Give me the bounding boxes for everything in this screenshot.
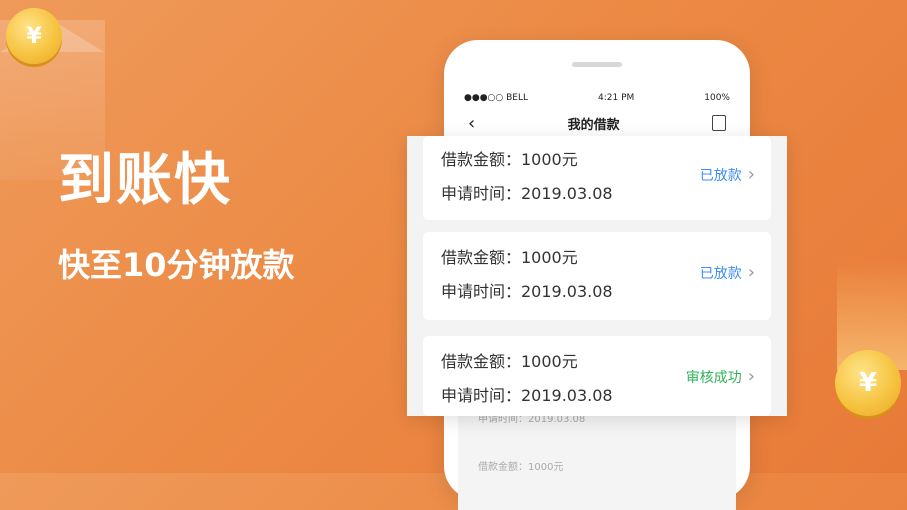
yen-coin-icon: ¥ <box>835 350 901 416</box>
chevron-right-icon: › <box>747 164 755 185</box>
loan-amount: 借款金额：1000元 <box>441 248 578 267</box>
battery-label: 100% <box>704 93 730 103</box>
chevron-right-icon: › <box>747 262 755 283</box>
loan-card[interactable]: 借款金额：1000元 申请时间：2019.03.08 已放款 › <box>423 232 771 320</box>
page-title: 我的借款 <box>567 117 620 133</box>
loan-status: 已放款 <box>699 265 742 282</box>
loan-amount: 借款金额：1000元 <box>441 150 578 169</box>
loan-list-panel: 借款金额：1000元 申请时间：2019.03.08 已放款 › 借款金额：10… <box>407 136 787 416</box>
promo-subline: 快至10分钟放款 <box>58 246 295 284</box>
document-icon[interactable] <box>712 115 726 131</box>
promo-headline: 到账快 <box>58 148 232 213</box>
loan-amount: 借款金额：1000元 <box>441 352 578 371</box>
yen-coin-icon: ¥ <box>6 8 62 64</box>
clock-label: 4:21 PM <box>598 93 635 103</box>
carrier-label: ●●●○○ BELL <box>464 93 529 103</box>
chevron-right-icon: › <box>747 366 755 387</box>
loan-card[interactable]: 借款金额：1000元 申请时间：2019.03.08 已放款 › <box>423 136 771 220</box>
loan-date: 申请时间：2019.03.08 <box>441 184 613 203</box>
loan-status-link[interactable]: 已放款 › <box>700 262 755 283</box>
chevron-left-icon[interactable]: ‹ <box>468 113 475 134</box>
nav-bar: ‹ 我的借款 <box>458 106 736 140</box>
loan-status: 审核成功 <box>685 369 742 386</box>
coin-symbol: ¥ <box>26 23 42 49</box>
loan-status-link[interactable]: 审核成功 › <box>686 366 755 387</box>
phone-speaker <box>572 62 622 67</box>
loan-date: 申请时间：2019.03.08 <box>441 282 613 301</box>
loan-date: 申请时间：2019.03.08 <box>441 386 613 405</box>
status-bar: ●●●○○ BELL 4:21 PM 100% <box>458 90 736 106</box>
coin-symbol: ¥ <box>858 368 878 398</box>
loan-status: 已放款 <box>699 167 742 184</box>
loan-card[interactable]: 借款金额：1000元 申请时间：2019.03.08 审核成功 › <box>423 336 771 416</box>
ghost-amount-row: 借款金额：1000元 <box>478 462 564 473</box>
loan-status-link[interactable]: 已放款 › <box>700 164 755 185</box>
